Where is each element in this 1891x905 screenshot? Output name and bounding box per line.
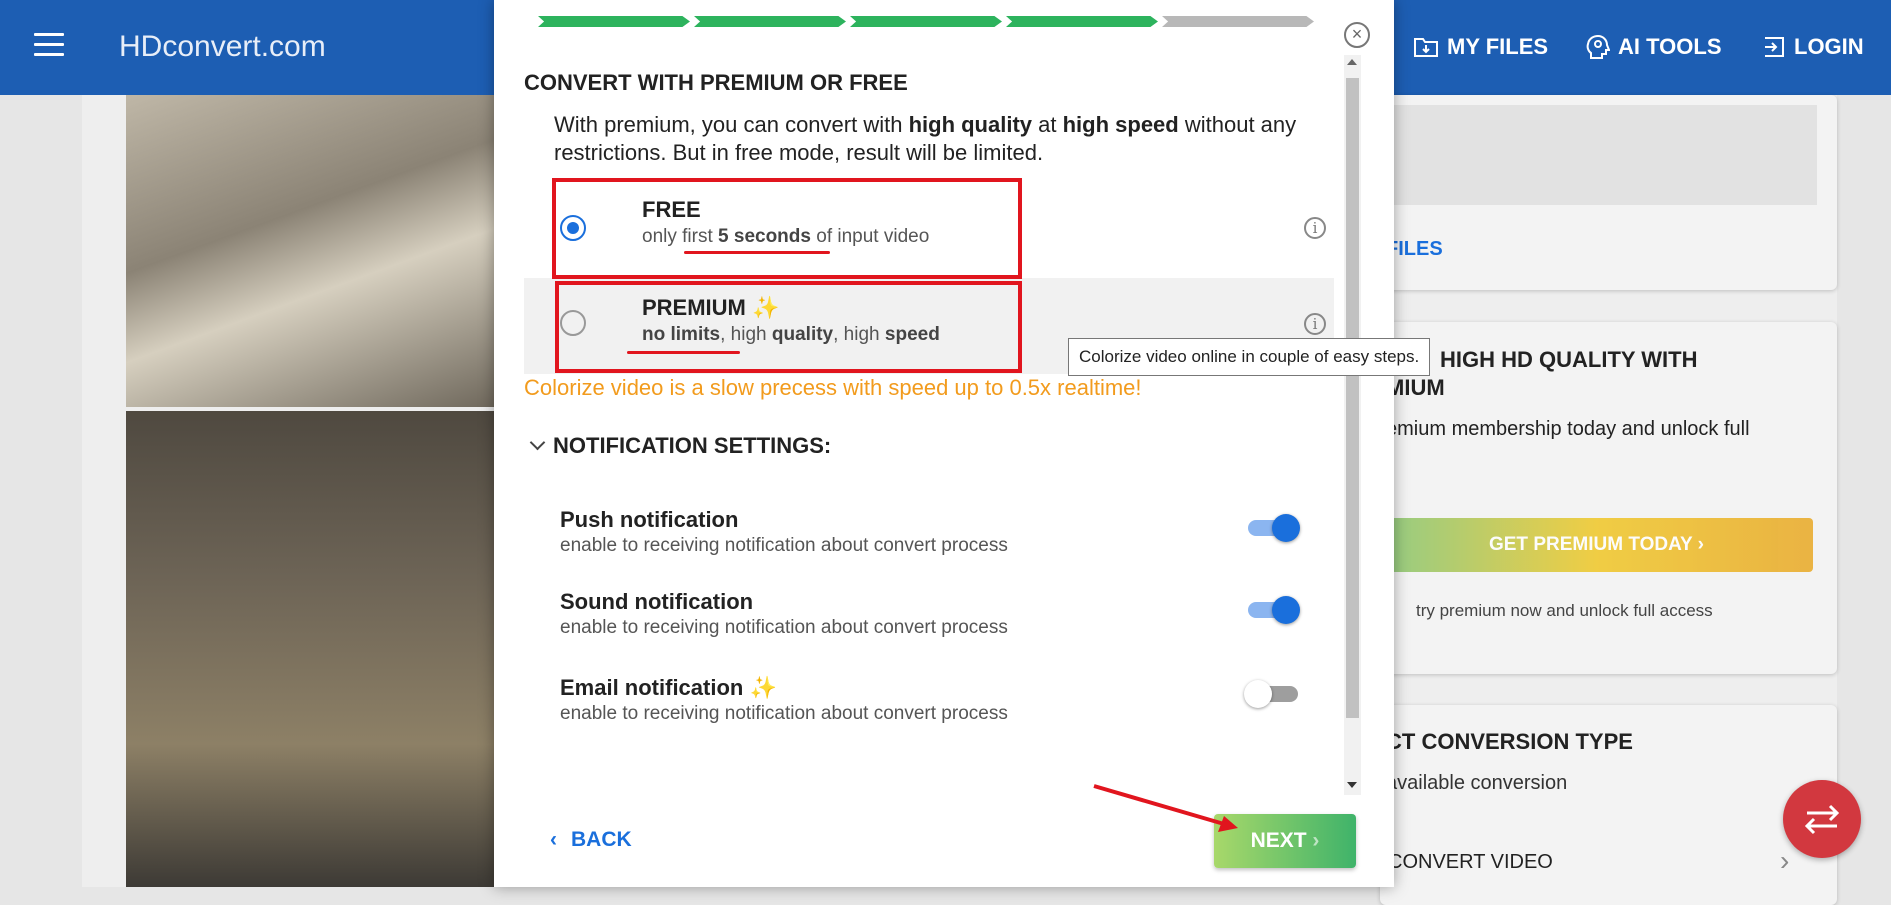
- video-frame-original: [126, 95, 496, 407]
- brand-logo-text[interactable]: HDconvert.com: [119, 30, 326, 64]
- close-icon[interactable]: ×: [1344, 22, 1370, 48]
- scroll-down-arrow-icon[interactable]: [1347, 782, 1357, 788]
- convert-video-option[interactable]: CONVERT VIDEO: [1388, 851, 1553, 874]
- swap-fab-button[interactable]: [1783, 780, 1861, 858]
- modal-scrollbar-thumb[interactable]: [1346, 78, 1359, 718]
- nav-login-label: LOGIN: [1794, 34, 1864, 59]
- push-desc: enable to receiving notification about c…: [560, 535, 1008, 556]
- sparkle-icon: ✨: [749, 675, 777, 700]
- back-button[interactable]: ‹ BACK: [550, 828, 632, 852]
- hamburger-menu-icon[interactable]: [34, 33, 66, 57]
- annotation-box-premium: [555, 281, 1022, 373]
- chevron-right-icon: ›: [1312, 829, 1320, 852]
- annotation-underline-free: [684, 251, 830, 254]
- push-title: Push notification: [560, 507, 739, 532]
- files-link[interactable]: FILES: [1386, 238, 1443, 261]
- files-dropzone: [1380, 105, 1817, 205]
- progress-step-1: [538, 16, 690, 27]
- intro-part1: With premium, you can convert with: [554, 112, 909, 137]
- conversion-type-card: CT CONVERSION TYPE available conversion …: [1380, 705, 1837, 905]
- conversion-type-sub: available conversion: [1386, 772, 1568, 794]
- promo-title-line2: MIUM: [1386, 375, 1445, 400]
- email-toggle[interactable]: [1244, 676, 1302, 710]
- annotation-box-free: [552, 178, 1022, 279]
- email-title: Email notification ✨: [560, 675, 777, 701]
- get-premium-button[interactable]: GET PREMIUM TODAY ›: [1380, 518, 1813, 572]
- chevron-left-icon: ‹: [550, 828, 557, 851]
- nav-my-files-label: MY FILES: [1447, 34, 1549, 59]
- progress-step-5: [1162, 16, 1314, 27]
- next-label: NEXT: [1250, 829, 1307, 852]
- sound-desc: enable to receiving notification about c…: [560, 617, 1008, 638]
- nav-my-files[interactable]: MY FILES: [1413, 34, 1548, 60]
- annotation-underline-premium: [627, 351, 740, 354]
- sound-title: Sound notification: [560, 589, 754, 614]
- annotation-arrow: [1093, 784, 1238, 832]
- tooltip: Colorize video online in couple of easy …: [1068, 338, 1431, 376]
- promo-text: emium membership today and unlock full: [1386, 418, 1750, 440]
- files-card: FILES: [1380, 95, 1837, 290]
- folder-download-icon: [1414, 38, 1438, 57]
- email-title-label: Email notification: [560, 675, 744, 700]
- premium-info-icon[interactable]: i: [1304, 313, 1326, 335]
- intro-high-quality: high quality: [908, 112, 1033, 137]
- progress-step-2: [694, 16, 846, 27]
- promo-title-line1: HIGH HD QUALITY WITH: [1440, 347, 1698, 372]
- progress-step-3: [850, 16, 1002, 27]
- try-premium-text: try premium now and unlock full access: [1416, 601, 1713, 620]
- nav-login[interactable]: LOGIN: [1762, 34, 1864, 60]
- intro-text: With premium, you can convert with high …: [554, 111, 1344, 167]
- video-preview: [126, 95, 496, 887]
- notification-settings-toggle[interactable]: NOTIFICATION SETTINGS:: [529, 433, 832, 459]
- convert-modal: × CONVERT WITH PREMIUM OR FREE With prem…: [494, 0, 1394, 887]
- premium-promo-card: HIGH HD QUALITY WITH MIUM emium membersh…: [1380, 322, 1837, 674]
- intro-part2: at: [1032, 112, 1063, 137]
- free-info-icon[interactable]: i: [1304, 217, 1326, 239]
- login-icon: [1765, 37, 1784, 57]
- get-premium-label: GET PREMIUM TODAY: [1488, 534, 1693, 555]
- back-label: BACK: [571, 828, 632, 851]
- sound-toggle[interactable]: [1244, 592, 1302, 626]
- nav-ai-tools[interactable]: AI TOOLS: [1586, 34, 1722, 60]
- speed-warning: Colorize video is a slow precess with sp…: [524, 375, 1142, 400]
- notification-settings-heading: NOTIFICATION SETTINGS:: [553, 433, 832, 458]
- swap-arrows-icon: [1804, 804, 1840, 835]
- conversion-type-title: CT CONVERSION TYPE: [1386, 729, 1633, 754]
- intro-high-speed: high speed: [1062, 112, 1179, 137]
- nav-ai-tools-label: AI TOOLS: [1618, 34, 1722, 59]
- scroll-up-arrow-icon[interactable]: [1347, 59, 1357, 65]
- brain-head-icon: [1586, 34, 1610, 59]
- push-toggle[interactable]: [1244, 510, 1302, 544]
- progress-step-4: [1006, 16, 1158, 27]
- email-desc: enable to receiving notification about c…: [560, 703, 1008, 724]
- chevron-down-icon: [529, 434, 546, 451]
- modal-heading: CONVERT WITH PREMIUM OR FREE: [524, 70, 908, 95]
- video-frame-colorized: [126, 411, 496, 887]
